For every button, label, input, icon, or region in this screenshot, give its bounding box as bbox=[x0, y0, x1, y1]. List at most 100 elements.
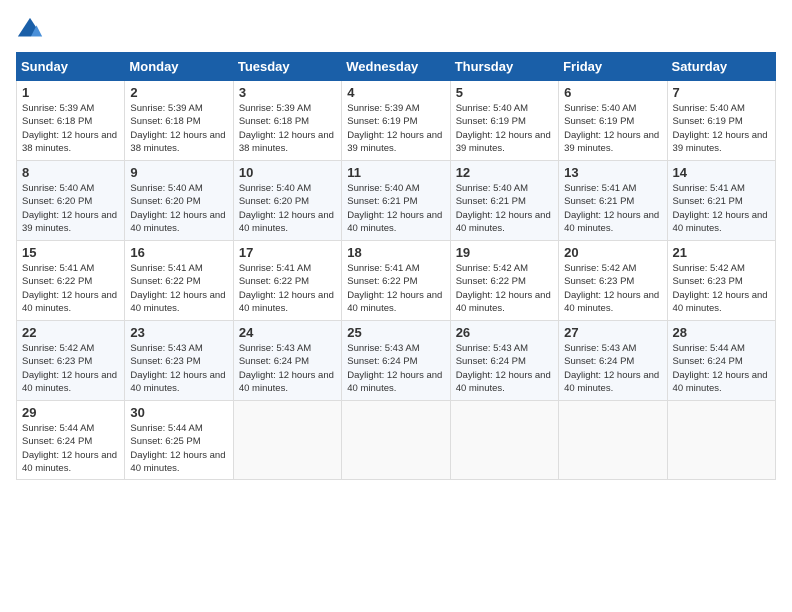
calendar-day-cell: 23 Sunrise: 5:43 AMSunset: 6:23 PMDaylig… bbox=[125, 321, 233, 401]
day-info: Sunrise: 5:44 AMSunset: 6:24 PMDaylight:… bbox=[673, 342, 770, 395]
day-number: 11 bbox=[347, 165, 444, 180]
day-number: 5 bbox=[456, 85, 553, 100]
calendar-day-cell: 11 Sunrise: 5:40 AMSunset: 6:21 PMDaylig… bbox=[342, 161, 450, 241]
day-number: 20 bbox=[564, 245, 661, 260]
day-number: 23 bbox=[130, 325, 227, 340]
day-info: Sunrise: 5:40 AMSunset: 6:20 PMDaylight:… bbox=[130, 182, 227, 235]
day-info: Sunrise: 5:44 AMSunset: 6:24 PMDaylight:… bbox=[22, 422, 119, 475]
day-number: 10 bbox=[239, 165, 336, 180]
day-info: Sunrise: 5:41 AMSunset: 6:22 PMDaylight:… bbox=[130, 262, 227, 315]
calendar-day-cell: 20 Sunrise: 5:42 AMSunset: 6:23 PMDaylig… bbox=[559, 241, 667, 321]
calendar-week-row: 8 Sunrise: 5:40 AMSunset: 6:20 PMDayligh… bbox=[17, 161, 776, 241]
day-number: 30 bbox=[130, 405, 227, 420]
day-info: Sunrise: 5:42 AMSunset: 6:23 PMDaylight:… bbox=[673, 262, 770, 315]
day-info: Sunrise: 5:43 AMSunset: 6:23 PMDaylight:… bbox=[130, 342, 227, 395]
calendar-day-cell bbox=[450, 401, 558, 480]
day-number: 15 bbox=[22, 245, 119, 260]
day-info: Sunrise: 5:40 AMSunset: 6:19 PMDaylight:… bbox=[673, 102, 770, 155]
day-number: 21 bbox=[673, 245, 770, 260]
day-info: Sunrise: 5:43 AMSunset: 6:24 PMDaylight:… bbox=[456, 342, 553, 395]
calendar-day-cell bbox=[233, 401, 341, 480]
calendar-day-cell: 24 Sunrise: 5:43 AMSunset: 6:24 PMDaylig… bbox=[233, 321, 341, 401]
day-number: 13 bbox=[564, 165, 661, 180]
calendar-day-cell: 7 Sunrise: 5:40 AMSunset: 6:19 PMDayligh… bbox=[667, 81, 775, 161]
day-info: Sunrise: 5:39 AMSunset: 6:18 PMDaylight:… bbox=[239, 102, 336, 155]
calendar-body: 1 Sunrise: 5:39 AMSunset: 6:18 PMDayligh… bbox=[17, 81, 776, 480]
calendar-day-cell bbox=[342, 401, 450, 480]
day-number: 26 bbox=[456, 325, 553, 340]
day-number: 28 bbox=[673, 325, 770, 340]
calendar-header: SundayMondayTuesdayWednesdayThursdayFrid… bbox=[17, 53, 776, 81]
weekday-header-row: SundayMondayTuesdayWednesdayThursdayFrid… bbox=[17, 53, 776, 81]
day-info: Sunrise: 5:43 AMSunset: 6:24 PMDaylight:… bbox=[347, 342, 444, 395]
calendar-day-cell: 25 Sunrise: 5:43 AMSunset: 6:24 PMDaylig… bbox=[342, 321, 450, 401]
day-number: 7 bbox=[673, 85, 770, 100]
day-info: Sunrise: 5:43 AMSunset: 6:24 PMDaylight:… bbox=[239, 342, 336, 395]
day-info: Sunrise: 5:41 AMSunset: 6:22 PMDaylight:… bbox=[239, 262, 336, 315]
day-info: Sunrise: 5:40 AMSunset: 6:19 PMDaylight:… bbox=[456, 102, 553, 155]
day-number: 14 bbox=[673, 165, 770, 180]
day-info: Sunrise: 5:39 AMSunset: 6:19 PMDaylight:… bbox=[347, 102, 444, 155]
calendar-day-cell bbox=[667, 401, 775, 480]
day-info: Sunrise: 5:42 AMSunset: 6:22 PMDaylight:… bbox=[456, 262, 553, 315]
day-number: 3 bbox=[239, 85, 336, 100]
calendar-day-cell: 12 Sunrise: 5:40 AMSunset: 6:21 PMDaylig… bbox=[450, 161, 558, 241]
day-info: Sunrise: 5:40 AMSunset: 6:21 PMDaylight:… bbox=[347, 182, 444, 235]
day-info: Sunrise: 5:41 AMSunset: 6:21 PMDaylight:… bbox=[673, 182, 770, 235]
logo-icon bbox=[16, 16, 44, 44]
weekday-header: Thursday bbox=[450, 53, 558, 81]
calendar-day-cell: 28 Sunrise: 5:44 AMSunset: 6:24 PMDaylig… bbox=[667, 321, 775, 401]
day-info: Sunrise: 5:41 AMSunset: 6:22 PMDaylight:… bbox=[347, 262, 444, 315]
day-number: 17 bbox=[239, 245, 336, 260]
page-header bbox=[16, 16, 776, 44]
logo bbox=[16, 16, 48, 44]
day-number: 9 bbox=[130, 165, 227, 180]
day-info: Sunrise: 5:40 AMSunset: 6:20 PMDaylight:… bbox=[239, 182, 336, 235]
weekday-header: Wednesday bbox=[342, 53, 450, 81]
calendar-day-cell: 4 Sunrise: 5:39 AMSunset: 6:19 PMDayligh… bbox=[342, 81, 450, 161]
calendar-day-cell: 3 Sunrise: 5:39 AMSunset: 6:18 PMDayligh… bbox=[233, 81, 341, 161]
day-info: Sunrise: 5:40 AMSunset: 6:21 PMDaylight:… bbox=[456, 182, 553, 235]
weekday-header: Tuesday bbox=[233, 53, 341, 81]
calendar-week-row: 1 Sunrise: 5:39 AMSunset: 6:18 PMDayligh… bbox=[17, 81, 776, 161]
day-info: Sunrise: 5:43 AMSunset: 6:24 PMDaylight:… bbox=[564, 342, 661, 395]
day-number: 4 bbox=[347, 85, 444, 100]
calendar-day-cell: 17 Sunrise: 5:41 AMSunset: 6:22 PMDaylig… bbox=[233, 241, 341, 321]
calendar-day-cell: 30 Sunrise: 5:44 AMSunset: 6:25 PMDaylig… bbox=[125, 401, 233, 480]
day-info: Sunrise: 5:39 AMSunset: 6:18 PMDaylight:… bbox=[22, 102, 119, 155]
calendar-day-cell: 1 Sunrise: 5:39 AMSunset: 6:18 PMDayligh… bbox=[17, 81, 125, 161]
day-number: 27 bbox=[564, 325, 661, 340]
calendar-week-row: 15 Sunrise: 5:41 AMSunset: 6:22 PMDaylig… bbox=[17, 241, 776, 321]
day-number: 29 bbox=[22, 405, 119, 420]
calendar-day-cell: 27 Sunrise: 5:43 AMSunset: 6:24 PMDaylig… bbox=[559, 321, 667, 401]
calendar-day-cell: 6 Sunrise: 5:40 AMSunset: 6:19 PMDayligh… bbox=[559, 81, 667, 161]
day-info: Sunrise: 5:40 AMSunset: 6:19 PMDaylight:… bbox=[564, 102, 661, 155]
calendar-day-cell: 13 Sunrise: 5:41 AMSunset: 6:21 PMDaylig… bbox=[559, 161, 667, 241]
day-number: 25 bbox=[347, 325, 444, 340]
calendar-day-cell: 2 Sunrise: 5:39 AMSunset: 6:18 PMDayligh… bbox=[125, 81, 233, 161]
calendar-day-cell: 21 Sunrise: 5:42 AMSunset: 6:23 PMDaylig… bbox=[667, 241, 775, 321]
calendar-day-cell: 5 Sunrise: 5:40 AMSunset: 6:19 PMDayligh… bbox=[450, 81, 558, 161]
calendar-day-cell: 10 Sunrise: 5:40 AMSunset: 6:20 PMDaylig… bbox=[233, 161, 341, 241]
weekday-header: Saturday bbox=[667, 53, 775, 81]
day-info: Sunrise: 5:41 AMSunset: 6:21 PMDaylight:… bbox=[564, 182, 661, 235]
day-number: 24 bbox=[239, 325, 336, 340]
weekday-header: Sunday bbox=[17, 53, 125, 81]
calendar-week-row: 29 Sunrise: 5:44 AMSunset: 6:24 PMDaylig… bbox=[17, 401, 776, 480]
calendar-table: SundayMondayTuesdayWednesdayThursdayFrid… bbox=[16, 52, 776, 480]
weekday-header: Friday bbox=[559, 53, 667, 81]
day-info: Sunrise: 5:44 AMSunset: 6:25 PMDaylight:… bbox=[130, 422, 227, 475]
calendar-day-cell: 18 Sunrise: 5:41 AMSunset: 6:22 PMDaylig… bbox=[342, 241, 450, 321]
calendar-day-cell: 26 Sunrise: 5:43 AMSunset: 6:24 PMDaylig… bbox=[450, 321, 558, 401]
day-number: 19 bbox=[456, 245, 553, 260]
day-number: 8 bbox=[22, 165, 119, 180]
calendar-day-cell: 8 Sunrise: 5:40 AMSunset: 6:20 PMDayligh… bbox=[17, 161, 125, 241]
calendar-day-cell: 19 Sunrise: 5:42 AMSunset: 6:22 PMDaylig… bbox=[450, 241, 558, 321]
day-number: 16 bbox=[130, 245, 227, 260]
day-info: Sunrise: 5:40 AMSunset: 6:20 PMDaylight:… bbox=[22, 182, 119, 235]
calendar-day-cell: 9 Sunrise: 5:40 AMSunset: 6:20 PMDayligh… bbox=[125, 161, 233, 241]
day-number: 6 bbox=[564, 85, 661, 100]
day-number: 1 bbox=[22, 85, 119, 100]
calendar-day-cell bbox=[559, 401, 667, 480]
day-number: 18 bbox=[347, 245, 444, 260]
